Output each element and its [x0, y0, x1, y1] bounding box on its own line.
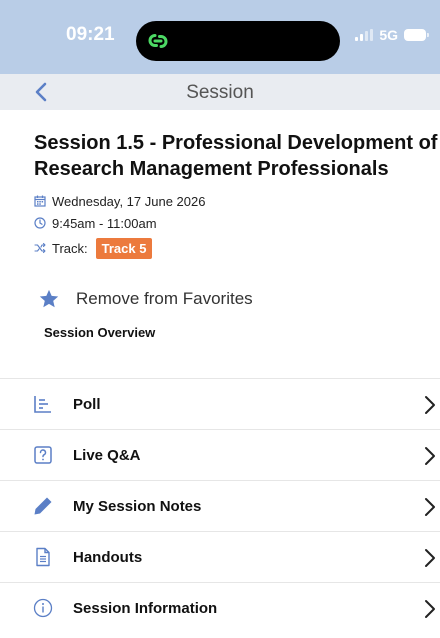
- track-badge[interactable]: Track 5: [95, 237, 153, 259]
- info-icon: [33, 598, 53, 618]
- menu-item-label: Session Information: [73, 599, 218, 617]
- favorite-label: Remove from Favorites: [76, 289, 253, 308]
- chevron-right-icon: [425, 498, 435, 516]
- session-date-row: Wednesday, 17 June 2026: [34, 190, 440, 212]
- clock-icon: [34, 217, 46, 229]
- document-icon: [36, 547, 50, 567]
- session-title: Session 1.5 - Professional Development o…: [34, 132, 438, 180]
- question-icon: [34, 446, 52, 464]
- status-indicators: 5G: [355, 27, 429, 43]
- menu-item-label: Live Q&A: [73, 446, 141, 464]
- session-header: Session 1.5 - Professional Development o…: [34, 130, 440, 262]
- chevron-right-icon: [425, 447, 435, 465]
- menu-item-session-notes[interactable]: My Session Notes: [0, 480, 440, 531]
- session-menu: Poll Live Q&A My Session Notes Handouts …: [0, 378, 440, 633]
- chevron-right-icon: [425, 549, 435, 567]
- session-time-row: 9:45am - 11:00am: [34, 212, 440, 234]
- battery-icon: [404, 29, 429, 41]
- signal-icon: [355, 29, 374, 41]
- menu-item-live-qa[interactable]: Live Q&A: [0, 429, 440, 480]
- session-meta: Wednesday, 17 June 2026 9:45am - 11:00am…: [34, 190, 440, 262]
- app-link-icon: [148, 34, 168, 48]
- star-icon: [39, 289, 59, 308]
- menu-item-label: Handouts: [73, 548, 143, 566]
- page-title: Session: [186, 82, 254, 103]
- menu-item-handouts[interactable]: Handouts: [0, 531, 440, 582]
- nav-bar: Session: [0, 74, 440, 110]
- status-time: 09:21: [66, 24, 115, 45]
- menu-item-label: Poll: [73, 395, 101, 413]
- session-track-row: Track: Track 5: [34, 234, 440, 262]
- menu-item-poll[interactable]: Poll: [0, 378, 440, 429]
- track-label: Track:: [52, 240, 88, 256]
- session-time: 9:45am - 11:00am: [52, 215, 157, 231]
- dynamic-island: [136, 21, 340, 61]
- menu-item-session-information[interactable]: Session Information: [0, 582, 440, 633]
- chevron-right-icon: [425, 600, 435, 618]
- pencil-icon: [34, 497, 52, 515]
- network-type: 5G: [379, 27, 398, 43]
- shuffle-icon: [34, 242, 46, 254]
- chevron-right-icon: [425, 396, 435, 414]
- menu-item-label: My Session Notes: [73, 497, 202, 515]
- calendar-icon: [34, 195, 46, 207]
- remove-favorite-button[interactable]: Remove from Favorites: [38, 288, 253, 310]
- session-overview-heading: Session Overview: [44, 325, 156, 340]
- status-bar: 09:21 5G: [0, 0, 440, 74]
- poll-icon: [34, 396, 51, 413]
- session-date: Wednesday, 17 June 2026: [52, 193, 206, 209]
